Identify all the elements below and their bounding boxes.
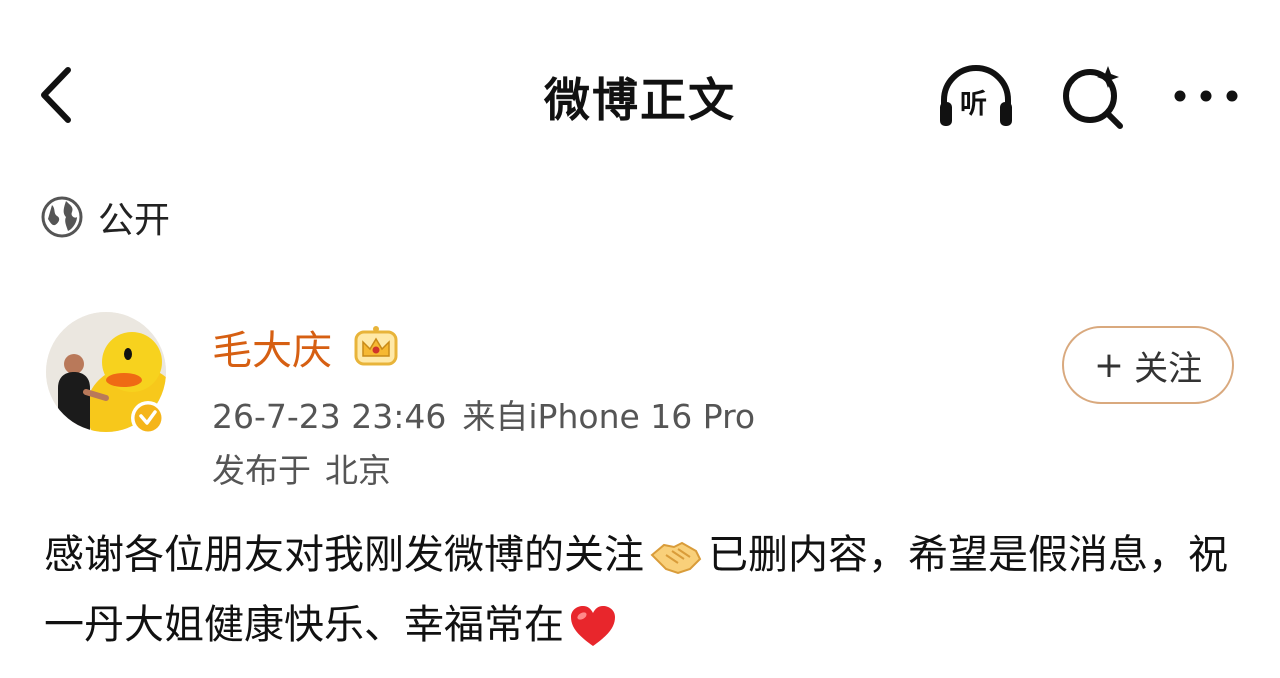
listen-label: 听 [960, 89, 987, 120]
post-text-1: 感谢各位朋友对我刚发微博的关注 [44, 532, 644, 578]
top-bar: 微博正文 听 [0, 0, 1280, 190]
post-location-row: 发布于 北京 [212, 444, 391, 492]
post-location: 北京 [325, 451, 391, 490]
search-icon[interactable] [1056, 62, 1136, 132]
visibility-label: 公开 [98, 200, 171, 241]
heart-icon [571, 606, 615, 646]
handshake-icon [650, 541, 702, 575]
crown-icon[interactable] [352, 322, 400, 370]
follow-button[interactable]: + 关注 [1062, 326, 1234, 404]
location-prefix: 发布于 [212, 451, 311, 490]
globe-icon [41, 196, 83, 238]
follow-label: 关注 [1134, 348, 1203, 389]
avatar[interactable] [44, 310, 172, 438]
post-content: 感谢各位朋友对我刚发微博的关注 已删内容，希望是假消息，祝一丹大姐健康快乐、幸福… [44, 520, 1244, 660]
more-icon[interactable] [1166, 62, 1246, 132]
post-time: 26-7-23 23:46 [212, 397, 447, 436]
plus-icon: + [1093, 344, 1125, 386]
post-meta: 26-7-23 23:46 来自iPhone 16 Pro [212, 390, 755, 438]
visibility-row: 公开 [40, 192, 170, 242]
user-name[interactable]: 毛大庆 [212, 318, 332, 376]
post-device: 来自iPhone 16 Pro [462, 397, 756, 436]
